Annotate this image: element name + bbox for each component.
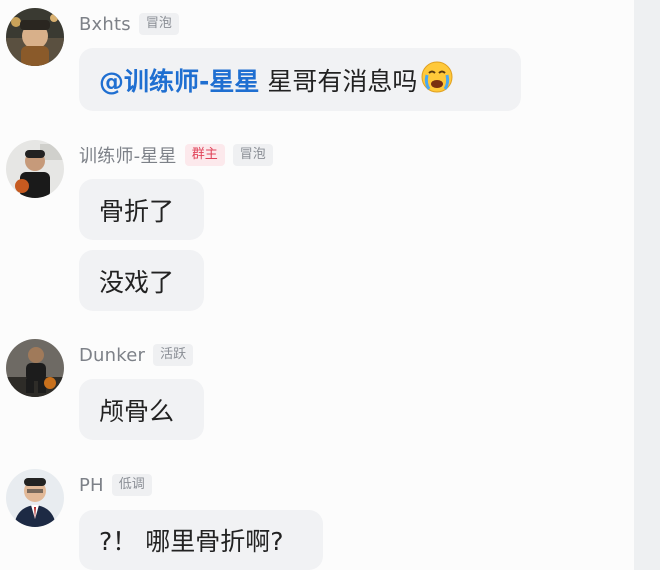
avatar[interactable] <box>6 339 64 397</box>
username[interactable]: Bxhts <box>79 14 131 35</box>
username[interactable]: 训练师-星星 <box>79 142 177 168</box>
message-text: 没戏了 <box>99 267 175 297</box>
message-bubble[interactable]: 没戏了 <box>79 250 204 311</box>
message-bubble[interactable]: 颅骨么 <box>79 379 204 440</box>
message-bubble[interactable]: @训练师-星星 星哥有消息吗 <box>79 48 521 111</box>
message-bxhts: Bxhts 冒泡 @训练师-星星 星哥有消息吗 <box>0 0 634 120</box>
message-trainer-xingxing: 训练师-星星 群主 冒泡 骨折了 没戏了 <box>0 130 634 320</box>
activity-badge: 活跃 <box>153 344 194 366</box>
message-bubble[interactable]: ?！ 哪里骨折啊? <box>79 510 323 570</box>
activity-badge: 低调 <box>111 474 152 496</box>
activity-badge: 冒泡 <box>138 13 179 35</box>
avatar[interactable] <box>6 8 64 66</box>
group-owner-badge: 群主 <box>184 144 225 166</box>
username[interactable]: Dunker <box>79 345 145 366</box>
activity-badge: 冒泡 <box>232 144 273 166</box>
crying-emoji-icon <box>421 61 453 99</box>
mention-link[interactable]: @训练师-星星 <box>99 62 259 98</box>
message-text: ?！ 哪里骨折啊? <box>99 527 284 556</box>
scrollbar-track[interactable] <box>634 0 660 570</box>
avatar[interactable] <box>6 469 64 527</box>
message-ph: PH 低调 ?！ 哪里骨折啊? <box>0 460 634 570</box>
message-text: 星哥有消息吗 <box>267 66 418 96</box>
message-bubble[interactable]: 骨折了 <box>79 179 204 240</box>
avatar[interactable] <box>6 140 64 198</box>
message-text: 骨折了 <box>99 196 175 226</box>
username[interactable]: PH <box>79 475 104 496</box>
message-text: 颅骨么 <box>99 396 175 426</box>
message-dunker: Dunker 活跃 颅骨么 <box>0 330 634 450</box>
